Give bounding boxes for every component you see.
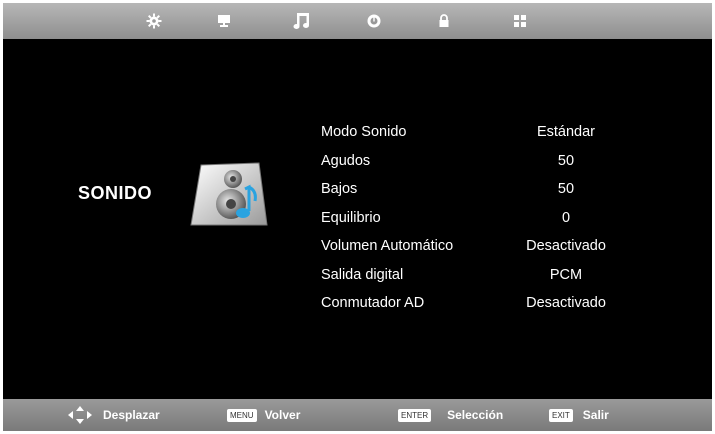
setting-value: Estándar [536,124,596,140]
hint-exit-label: Salir [582,408,609,422]
hint-back-label: Volver [264,408,301,422]
tab-setup[interactable] [499,3,541,39]
setting-value: Desactivado [526,238,606,254]
setting-value: 50 [557,181,575,197]
setting-treble[interactable]: Agudos 50 [321,149,661,178]
speaker-icon [189,159,269,231]
setting-sound-mode[interactable]: Modo Sonido Estándar [321,120,661,149]
setting-value: PCM [549,266,583,283]
tab-time[interactable] [353,3,395,39]
setting-label: Salida digital [321,266,404,283]
hint-select-label: Selección [447,408,504,422]
setting-ad-switch[interactable]: Conmutador AD Desactivado [321,291,661,320]
exit-key-icon: EXIT [549,408,573,422]
hint-exit: EXIT Salir [549,399,609,431]
lock-icon [436,13,452,29]
bottom-hint-bar: Desplazar MENU Volver ENTER Selección EX… [3,399,712,431]
setting-balance[interactable]: Equilibrio 0 [321,206,661,235]
setting-label: Equilibrio [321,209,381,226]
setting-label: Volumen Automático [321,238,454,254]
section-title: SONIDO [78,183,153,203]
setting-bass[interactable]: Bajos 50 [321,177,661,206]
tab-sound[interactable] [281,3,323,39]
setting-auto-volume[interactable]: Volumen Automático Desactivado [321,234,661,263]
arrows-icon [65,405,95,425]
hint-navigate: Desplazar [65,399,160,431]
tab-picture-settings[interactable] [133,3,175,39]
grid-icon [512,13,528,29]
setting-label: Bajos [321,181,358,197]
setting-value: Desactivado [526,295,606,311]
top-menu-bar [3,3,712,39]
setting-value: 0 [561,209,571,226]
menu-key-icon: MENU [227,408,257,422]
tv-menu-screen: SONIDO Modo Sonido Estándar Agudos 50 Ba… [3,3,712,431]
sound-settings-list: Modo Sonido Estándar Agudos 50 Bajos 50 … [321,120,661,320]
tab-lock[interactable] [423,3,465,39]
music-note-icon [292,11,312,31]
monitor-icon [216,13,232,29]
setting-label: Agudos [321,152,371,169]
tab-screen[interactable] [203,3,245,39]
gear-icon [146,13,162,29]
clock-icon [366,13,382,29]
enter-key-icon: ENTER [398,408,432,422]
hint-select: ENTER Selección [398,399,503,431]
hint-navigate-label: Desplazar [103,408,160,422]
setting-label: Modo Sonido [321,124,407,140]
hint-back: MENU Volver [227,399,300,431]
setting-digital-output[interactable]: Salida digital PCM [321,263,661,292]
setting-label: Conmutador AD [321,295,425,311]
setting-value: 50 [557,152,575,169]
